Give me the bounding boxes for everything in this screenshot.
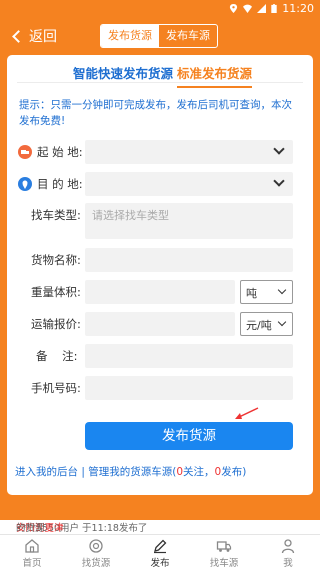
origin-label: 起 始 地: (37, 145, 83, 159)
segment-publish-goods[interactable]: 发布货源 (101, 25, 159, 47)
tab-standard-publish[interactable]: 标准发布货源 (177, 63, 253, 88)
destination-label: 目 的 地: (37, 177, 83, 191)
tab-home[interactable]: 首页 (0, 535, 64, 570)
segment-publish-truck[interactable]: 发布车源 (159, 25, 217, 47)
battery-icon (271, 4, 277, 13)
truck-type-placeholder: 请选择找车类型 (92, 209, 169, 222)
tab-me[interactable]: 我 (256, 535, 320, 570)
ticker-suffix: 的货源 (16, 523, 45, 534)
segment-control: 发布货源 发布车源 (100, 24, 218, 48)
truck-icon (18, 145, 32, 159)
weight-label: 重量体积: (31, 285, 81, 299)
truck-type-label: 找车类型: (31, 208, 81, 222)
destination-select[interactable] (85, 172, 293, 196)
tab-publish-label: 发布 (150, 558, 170, 569)
remark-row: 备 注: (7, 344, 313, 368)
truck-type-select[interactable]: 请选择找车类型 (85, 203, 293, 239)
goods-name-label: 货物名称: (31, 253, 81, 267)
weight-unit-select[interactable]: 吨 (240, 280, 293, 304)
chevron-down-icon (273, 143, 285, 155)
tab-find-truck[interactable]: 找车源 (192, 535, 256, 570)
phone-row: 手机号码: (7, 376, 313, 400)
price-unit-value: 元/吨 (246, 319, 272, 332)
price-unit-select[interactable]: 元/吨 (240, 312, 293, 336)
tab-smart-publish[interactable]: 智能快速发布货源 (73, 63, 173, 82)
tab-find-goods[interactable]: 找货源 (64, 535, 128, 570)
backend-links: 进入我的后台 | 管理我的货源车源(0关注，0发布) (15, 464, 246, 479)
manage-label: 管理我的货源车源( (88, 466, 177, 478)
backend-link[interactable]: 进入我的后台 (15, 466, 78, 478)
tab-divider (17, 82, 303, 83)
back-label: 返回 (29, 29, 57, 45)
price-label: 运输报价: (31, 317, 81, 331)
location-icon (230, 4, 238, 13)
follow-count: 0 (176, 466, 184, 478)
chevron-down-icon (277, 285, 287, 295)
clock: 11:20 (282, 2, 314, 15)
truck-icon (216, 541, 232, 552)
back-button[interactable]: 返回 (10, 26, 57, 46)
truck-type-row: 找车类型: 请选择找车类型 (7, 203, 313, 239)
status-bar: 11:20 (0, 0, 320, 18)
arrow-annotation-icon (235, 407, 259, 419)
bottom-tab-bar: 首页 找货源 发布 找车源 我 (0, 534, 320, 570)
price-row: 运输报价: 元/吨 (7, 312, 313, 336)
tab-home-label: 首页 (22, 558, 42, 569)
manage-link[interactable]: 管理我的货源车源(0关注，0发布) (88, 466, 246, 478)
chevron-down-icon (277, 317, 287, 327)
link-separator: | (78, 466, 89, 478)
system-icons: 11:20 (229, 2, 314, 15)
wifi-icon (243, 4, 253, 13)
nav-bar: 返回 发布货源 发布车源 (0, 18, 320, 54)
map-pin-icon (18, 177, 32, 191)
weight-unit-value: 吨 (246, 287, 257, 300)
search-goods-icon (89, 539, 103, 553)
weight-row: 重量体积: 吨 (7, 280, 313, 304)
weight-input[interactable] (85, 280, 235, 304)
phone-label: 手机号码: (31, 381, 81, 395)
form-card: 智能快速发布货源 标准发布货源 提示：只需一分钟即可完成发布，发布后司机可查询，… (7, 55, 313, 495)
tab-find-truck-label: 找车源 (209, 558, 239, 569)
user-icon (281, 539, 295, 554)
publish-label: 发布) (221, 466, 247, 478)
chevron-down-icon (273, 175, 285, 187)
publish-tabs: 智能快速发布货源 标准发布货源 (7, 63, 313, 89)
follow-label: 关注， (183, 466, 215, 478)
tab-find-goods-label: 找货源 (81, 558, 111, 569)
tip-text: 提示：只需一分钟即可完成发布，发布后司机可查询，本次发布免费! (19, 99, 292, 127)
home-icon (25, 539, 39, 553)
origin-select[interactable] (85, 140, 293, 164)
tab-publish[interactable]: 发布 (128, 535, 192, 570)
phone-input[interactable] (85, 376, 293, 400)
news-ticker: •***5550用户 于11:18发布了 安阳到夏津 的货源 (0, 520, 320, 534)
remark-label: 备 注: (36, 349, 78, 363)
destination-row: 目 的 地: (7, 172, 313, 196)
signal-icon (257, 4, 267, 13)
chevron-left-icon (12, 29, 25, 43)
goods-name-input[interactable] (85, 248, 293, 272)
remark-input[interactable] (85, 344, 293, 368)
price-input[interactable] (85, 312, 235, 336)
submit-publish-button[interactable]: 发布货源 (85, 422, 293, 450)
edit-icon (154, 539, 167, 554)
tab-me-label: 我 (283, 558, 293, 569)
goods-name-row: 货物名称: (7, 248, 313, 272)
origin-row: 起 始 地: (7, 140, 313, 164)
